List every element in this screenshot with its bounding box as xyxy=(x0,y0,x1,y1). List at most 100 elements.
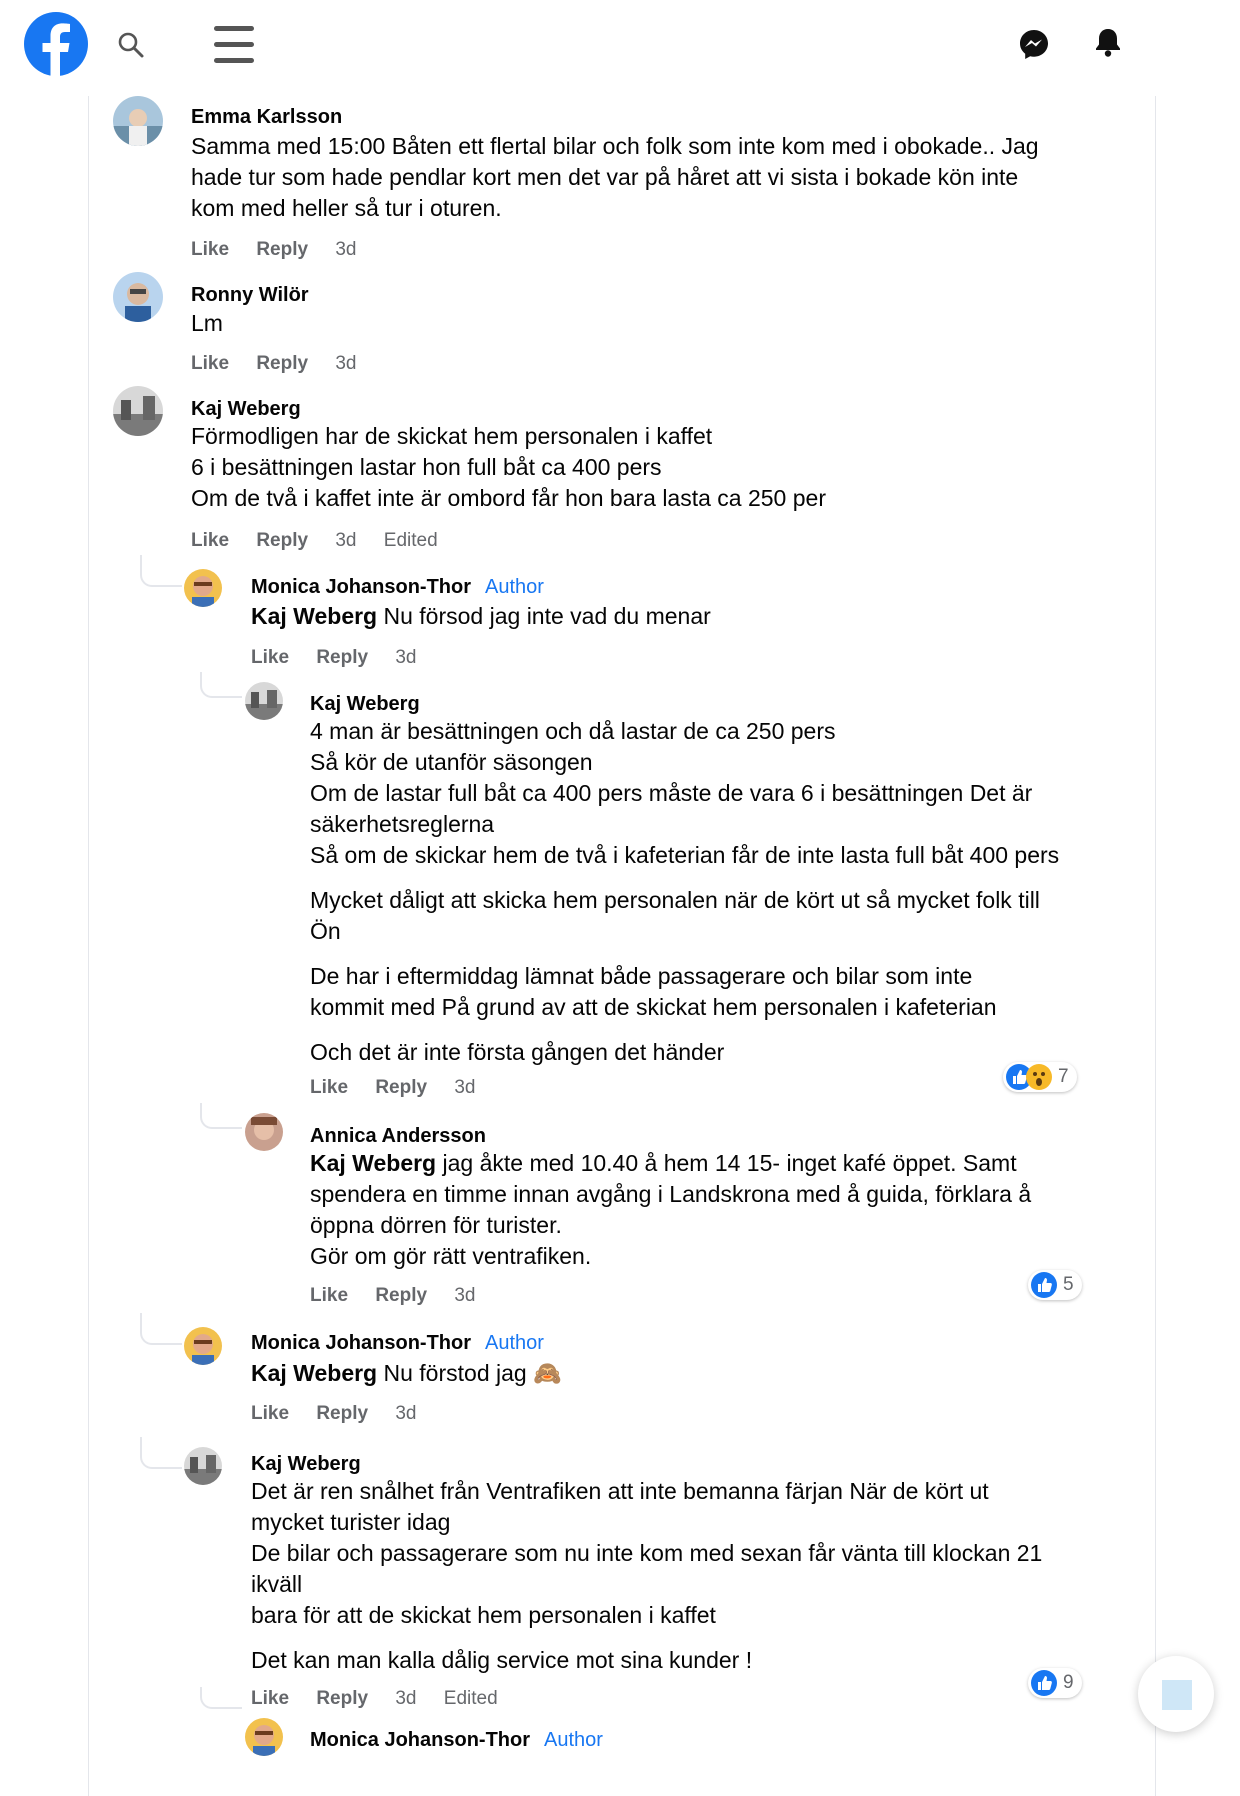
avatar[interactable] xyxy=(245,682,283,720)
timestamp[interactable]: 3d xyxy=(454,1285,475,1306)
reply-button[interactable]: Reply xyxy=(316,647,368,668)
reply-button[interactable]: Reply xyxy=(375,1077,427,1098)
thread-connector xyxy=(140,555,182,587)
comment-line: mycket turister idag xyxy=(251,1509,451,1535)
reply-button[interactable]: Reply xyxy=(375,1285,427,1306)
reaction-count: 7 xyxy=(1058,1066,1069,1087)
comment-line: ikväll xyxy=(251,1571,303,1597)
comment-author[interactable]: Emma Karlsson xyxy=(191,106,342,129)
like-button[interactable]: Like xyxy=(191,530,229,551)
comment-text: Förmodligen har de skickat hem personale… xyxy=(191,421,826,514)
comment-author[interactable]: Monica Johanson-Thor Author xyxy=(251,576,544,599)
author-badge: Author xyxy=(485,576,544,598)
reaction-count: 5 xyxy=(1063,1274,1074,1295)
comment-line: 6 i besättningen lastar hon full båt ca … xyxy=(191,454,662,480)
messenger-icon[interactable] xyxy=(1018,28,1050,60)
comment-author[interactable]: Kaj Weberg xyxy=(191,398,301,421)
edited-label: Edited xyxy=(443,1688,498,1709)
comment-text: Samma med 15:00 Båten ett flertal bilar … xyxy=(191,131,1039,224)
timestamp[interactable]: 3d xyxy=(335,353,356,374)
timestamp[interactable]: 3d xyxy=(395,647,416,668)
like-button[interactable]: Like xyxy=(310,1285,348,1306)
comment-line: Mycket dåligt att skicka hem personalen … xyxy=(310,887,1040,913)
comment-line: 4 man är besättningen och då lastar de c… xyxy=(310,718,836,744)
avatar[interactable] xyxy=(245,1113,283,1151)
comment-line: Det är ren snålhet från Ventrafiken att … xyxy=(251,1478,989,1504)
comment-line: Det kan man kalla dålig service mot sina… xyxy=(251,1647,753,1673)
comment-line: Gör om gör rätt ventrafiken. xyxy=(310,1243,592,1269)
comment-line: Och det är inte första gången det händer xyxy=(310,1039,725,1065)
comment-actions: Like Reply 3d xyxy=(191,239,378,261)
author-name[interactable]: Monica Johanson-Thor xyxy=(251,1332,471,1354)
avatar[interactable] xyxy=(113,96,163,146)
comment-text: Kaj Weberg Nu försod jag inte vad du men… xyxy=(251,601,711,632)
reply-button[interactable]: Reply xyxy=(316,1403,368,1424)
reply-button[interactable]: Reply xyxy=(256,530,308,551)
author-name[interactable]: Monica Johanson-Thor xyxy=(310,1729,530,1751)
timestamp[interactable]: 3d xyxy=(454,1077,475,1098)
reply-button[interactable]: Reply xyxy=(316,1688,368,1709)
bell-icon[interactable] xyxy=(1092,26,1124,58)
mention-link[interactable]: Kaj Weberg xyxy=(310,1150,436,1176)
avatar[interactable] xyxy=(184,569,222,607)
avatar[interactable] xyxy=(113,272,163,322)
hamburger-menu-icon[interactable] xyxy=(214,26,254,64)
like-reaction-icon xyxy=(1031,1272,1057,1298)
edited-label: Edited xyxy=(383,530,438,551)
like-reaction-icon xyxy=(1031,1670,1057,1696)
reaction-summary[interactable]: 9 xyxy=(1028,1668,1082,1698)
comment-line: Så kör de utanför säsongen xyxy=(310,749,593,775)
comment-line: spendera en timme innan avgång i Landskr… xyxy=(310,1181,1032,1207)
comment-actions: Like Reply 3d xyxy=(251,1403,438,1425)
mention-link[interactable]: Kaj Weberg xyxy=(251,603,377,629)
search-icon[interactable] xyxy=(116,30,146,60)
timestamp[interactable]: 3d xyxy=(335,530,356,551)
like-button[interactable]: Like xyxy=(251,647,289,668)
comment-line: Nu försod jag inte vad du menar xyxy=(377,603,711,629)
facebook-logo-icon[interactable] xyxy=(24,12,88,76)
comment-line: hade tur som hade pendlar kort men det v… xyxy=(191,164,1019,190)
comment-author[interactable]: Monica Johanson-Thor Author xyxy=(251,1332,544,1355)
mention-link[interactable]: Kaj Weberg xyxy=(251,1360,377,1386)
comment-author[interactable]: Kaj Weberg xyxy=(251,1453,361,1476)
comment-author[interactable]: Ronny Wilör xyxy=(191,284,309,307)
floating-chat-button[interactable] xyxy=(1138,1656,1214,1732)
comment-actions: Like Reply 3d Edited xyxy=(191,530,460,552)
timestamp[interactable]: 3d xyxy=(335,239,356,260)
like-button[interactable]: Like xyxy=(310,1077,348,1098)
comment-line: Förmodligen har de skickat hem personale… xyxy=(191,423,713,449)
avatar[interactable] xyxy=(113,386,163,436)
reply-button[interactable]: Reply xyxy=(256,239,308,260)
comment-actions: Like Reply 3d Edited xyxy=(251,1688,520,1710)
avatar[interactable] xyxy=(245,1718,283,1756)
reply-button[interactable]: Reply xyxy=(256,353,308,374)
reaction-summary[interactable]: 5 xyxy=(1028,1270,1082,1300)
comment-actions: Like Reply 3d xyxy=(310,1285,497,1307)
author-name[interactable]: Monica Johanson-Thor xyxy=(251,576,471,598)
comment-line: De har i eftermiddag lämnat både passage… xyxy=(310,963,973,989)
reaction-summary[interactable]: 7 xyxy=(1003,1062,1077,1092)
avatar[interactable] xyxy=(184,1447,222,1485)
like-button[interactable]: Like xyxy=(251,1688,289,1709)
comment-line: Om de lastar full båt ca 400 pers måste … xyxy=(310,780,1033,806)
timestamp[interactable]: 3d xyxy=(395,1688,416,1709)
comment-text: Lm xyxy=(191,308,223,339)
comment-author[interactable]: Annica Andersson xyxy=(310,1125,486,1148)
timestamp[interactable]: 3d xyxy=(395,1403,416,1424)
comment-author[interactable]: Kaj Weberg xyxy=(310,693,420,716)
comment-actions: Like Reply 3d xyxy=(310,1077,497,1099)
author-badge: Author xyxy=(485,1332,544,1354)
comment-author[interactable]: Monica Johanson-Thor Author xyxy=(310,1729,603,1752)
comment-text: Kaj Weberg jag åkte med 10.40 å hem 14 1… xyxy=(310,1148,1031,1272)
comment-text: Det är ren snålhet från Ventrafiken att … xyxy=(251,1476,1042,1676)
like-button[interactable]: Like xyxy=(191,353,229,374)
thread-connector xyxy=(200,672,242,698)
comment-line: kom med heller så tur i oturen. xyxy=(191,195,502,221)
thread-connector xyxy=(140,1313,182,1345)
like-button[interactable]: Like xyxy=(191,239,229,260)
reaction-count: 9 xyxy=(1063,1672,1074,1693)
like-button[interactable]: Like xyxy=(251,1403,289,1424)
comment-line: Nu förstod jag 🙈 xyxy=(377,1360,562,1386)
avatar[interactable] xyxy=(184,1327,222,1365)
author-badge: Author xyxy=(544,1729,603,1751)
